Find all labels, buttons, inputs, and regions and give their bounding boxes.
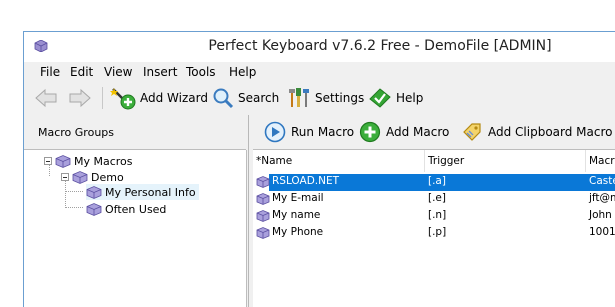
run-macro-button[interactable]: Run Macro — [264, 120, 354, 144]
menu-tools[interactable]: Tools — [186, 65, 216, 79]
column-header-trigger[interactable]: Trigger — [428, 150, 464, 172]
table-row[interactable]: My name [.n] John F. Ta — [253, 208, 615, 225]
menu-edit[interactable]: Edit — [70, 65, 93, 79]
cell-name: My name — [272, 209, 321, 221]
settings-label: Settings — [315, 91, 365, 105]
macros-list[interactable]: *Name Trigger Macro Tex RSLOAD.NET [.a] … — [253, 150, 615, 307]
tree-node-label: My Macros — [74, 154, 133, 168]
add-clipboard-macro-label: Add Clipboard Macro — [488, 125, 613, 139]
forward-arrow-icon — [69, 88, 91, 108]
cell-name: RSLOAD.NET — [272, 175, 340, 187]
search-button[interactable]: Search — [212, 85, 279, 111]
cell-trigger: [.e] — [428, 192, 446, 204]
collapse-toggle[interactable] — [44, 157, 52, 165]
run-macro-label: Run Macro — [291, 125, 355, 139]
tree-node-label: My Personal Info — [105, 185, 196, 199]
macro-icon — [256, 210, 270, 222]
tree-node-label: Often Used — [105, 202, 167, 216]
add-wizard-label: Add Wizard — [140, 91, 208, 105]
macro-folder-icon — [72, 170, 88, 184]
add-macro-label: Add Macro — [386, 125, 450, 139]
macro-groups-header: Macro Groups — [24, 115, 246, 150]
menu-help[interactable]: Help — [229, 65, 256, 79]
add-plus-icon — [359, 121, 381, 143]
back-arrow-icon — [35, 88, 57, 108]
cell-trigger: [.p] — [428, 226, 447, 238]
column-divider[interactable] — [585, 150, 586, 172]
macro-groups-tree[interactable]: My Macros Demo My Personal Info Often Us… — [24, 150, 247, 307]
menu-view[interactable]: View — [104, 65, 132, 79]
settings-button[interactable]: Settings — [287, 85, 364, 111]
splitter[interactable] — [248, 115, 249, 307]
tree-node-my-personal-info[interactable]: My Personal Info — [86, 184, 199, 200]
clipboard-tag-icon — [463, 123, 481, 141]
help-button[interactable]: Help — [368, 85, 423, 111]
tree-connector — [65, 180, 66, 208]
macro-folder-icon — [86, 185, 102, 199]
add-clipboard-macro-button[interactable]: Add Clipboard Macro — [461, 120, 613, 144]
tree-connector — [49, 164, 50, 176]
settings-tools-icon — [289, 88, 309, 107]
collapse-toggle[interactable] — [61, 173, 69, 181]
main-toolbar: Add Wizard Search Settings Help — [24, 83, 615, 113]
tree-connector — [65, 207, 83, 208]
table-row[interactable]: My E-mail [.e] jft@myisp.r — [253, 191, 615, 208]
macro-icon — [256, 176, 270, 188]
magic-wand-icon — [110, 88, 136, 110]
cell-macro-text: 1001-456- — [589, 226, 615, 238]
macro-folder-icon — [55, 154, 71, 168]
cell-macro-text: jft@myisp.r — [589, 192, 615, 204]
tree-node-demo[interactable]: Demo — [72, 169, 124, 185]
back-button[interactable] — [34, 85, 62, 111]
toolbar-separator — [102, 87, 103, 109]
tree-node-label: Demo — [91, 170, 124, 184]
cell-macro-text: Castel Stre — [589, 175, 615, 187]
menu-file[interactable]: File — [40, 65, 60, 79]
add-wizard-button[interactable]: Add Wizard — [110, 85, 208, 111]
menu-bar: File Edit View Insert Tools Help — [24, 63, 615, 83]
title-bar[interactable]: Perfect Keyboard v7.6.2 Free - DemoFile … — [24, 32, 615, 62]
table-row[interactable]: My Phone [.p] 1001-456- — [253, 225, 615, 242]
macros-panel: Run Macro Add Macro Add Clipboard Macro … — [253, 115, 615, 307]
macro-folder-icon — [86, 202, 102, 216]
search-label: Search — [238, 91, 280, 105]
help-label: Help — [396, 91, 424, 105]
macro-icon — [256, 227, 270, 239]
add-macro-button[interactable]: Add Macro — [359, 120, 449, 144]
menu-insert[interactable]: Insert — [143, 65, 177, 79]
search-icon — [213, 88, 234, 109]
macros-toolbar: Run Macro Add Macro Add Clipboard Macro — [253, 115, 615, 150]
table-row[interactable]: RSLOAD.NET [.a] Castel Stre — [253, 174, 615, 191]
cell-name: My Phone — [272, 226, 324, 238]
tree-node-often-used[interactable]: Often Used — [86, 201, 166, 217]
cell-trigger: [.a] — [428, 175, 446, 187]
cell-name: My E-mail — [272, 192, 324, 204]
cell-macro-text: John F. Ta — [589, 209, 615, 221]
column-header-name[interactable]: *Name — [256, 150, 292, 172]
column-header-macro-text[interactable]: Macro Tex — [589, 150, 615, 172]
macro-groups-title: Macro Groups — [38, 126, 115, 139]
cell-trigger: [.n] — [428, 209, 447, 221]
column-divider[interactable] — [424, 150, 425, 172]
help-icon — [369, 88, 391, 108]
macro-groups-panel: Macro Groups My Macros Demo My Personal … — [24, 115, 247, 307]
tree-connector — [65, 191, 83, 192]
forward-button[interactable] — [68, 85, 96, 111]
play-icon — [264, 121, 286, 143]
macro-icon — [256, 193, 270, 205]
app-window: Perfect Keyboard v7.6.2 Free - DemoFile … — [23, 31, 615, 307]
window-title: Perfect Keyboard v7.6.2 Free - DemoFile … — [208, 38, 552, 54]
tree-node-my-macros[interactable]: My Macros — [55, 153, 133, 169]
